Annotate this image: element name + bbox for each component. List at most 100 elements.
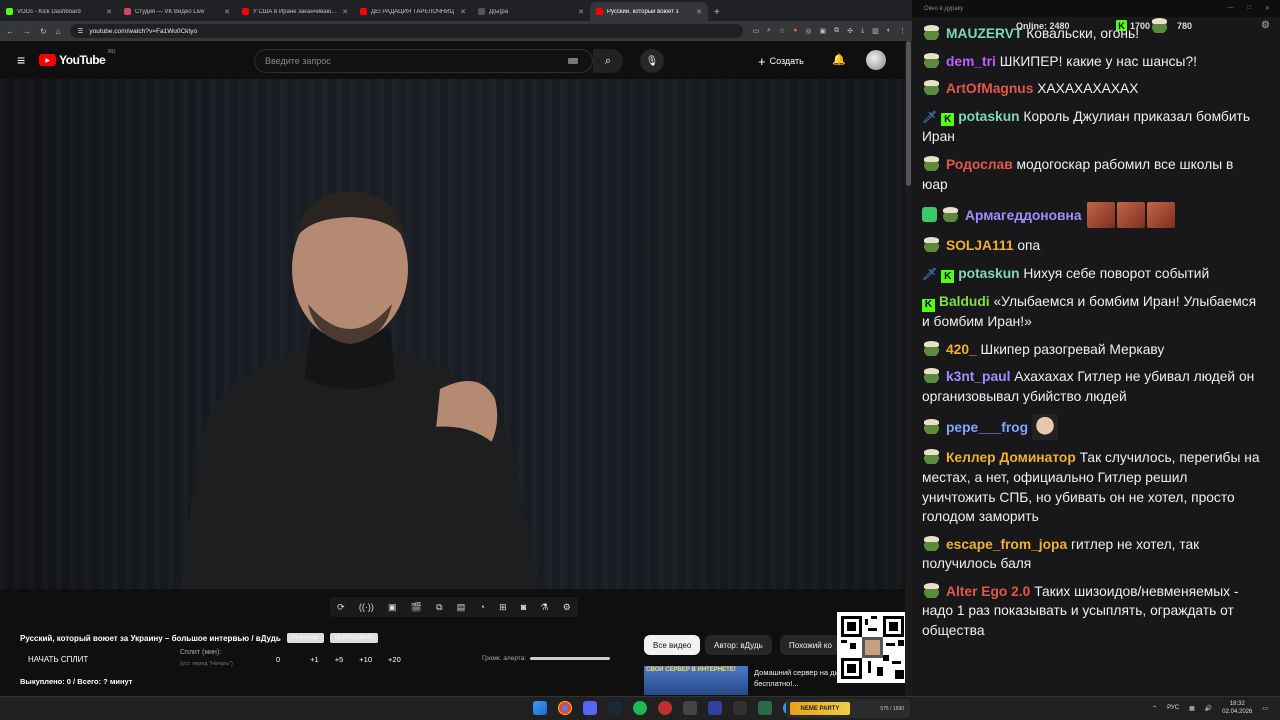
bookmark-star-icon[interactable]: ☆ xyxy=(779,27,785,35)
split-plus-5-button[interactable]: +5 xyxy=(335,655,344,664)
create-button[interactable]: + Создать xyxy=(758,49,804,73)
app-icon[interactable] xyxy=(658,701,672,715)
extension-icon[interactable]: ◎ xyxy=(805,27,811,35)
tab-close-icon[interactable]: ✕ xyxy=(224,8,230,16)
chat-username[interactable]: MAUZERVT xyxy=(946,26,1022,41)
chat-username[interactable]: Родослав xyxy=(946,157,1013,172)
language-indicator[interactable]: РУС xyxy=(1167,705,1179,711)
cast-icon[interactable]: ▭ xyxy=(752,27,759,35)
extension-icon[interactable]: ● xyxy=(793,27,797,35)
profile-icon[interactable]: ◐ xyxy=(887,27,891,35)
sidebar-icon[interactable]: ▥ xyxy=(872,27,879,35)
chat-username[interactable]: potaskun xyxy=(958,109,1019,124)
minimize-icon[interactable]: — xyxy=(1227,5,1233,12)
pip-icon[interactable]: ⧉ xyxy=(436,602,442,613)
forward-icon[interactable]: → xyxy=(23,27,31,36)
subtitles-icon[interactable]: ▤ xyxy=(457,602,466,613)
page-scrollbar[interactable] xyxy=(905,41,912,696)
screen-icon[interactable]: ▣ xyxy=(388,602,397,613)
tab-close-icon[interactable]: ✕ xyxy=(342,8,348,16)
alert-volume-slider[interactable] xyxy=(530,657,611,660)
camera-icon[interactable]: ◙ xyxy=(521,602,526,612)
app-icon[interactable] xyxy=(708,701,722,715)
speed-icon[interactable]: ◔ xyxy=(479,602,484,612)
split-plus-20-button[interactable]: +20 xyxy=(388,655,401,664)
voice-search-button[interactable]: 🎙 xyxy=(640,49,664,73)
audio-icon[interactable]: ((·)) xyxy=(359,602,374,612)
zoom-icon[interactable]: ⌕ xyxy=(767,27,771,35)
gear-icon[interactable]: ⚙ xyxy=(563,602,571,613)
volume-icon[interactable]: 🔊 xyxy=(1205,705,1212,712)
more-icon[interactable]: ⋮ xyxy=(899,27,906,35)
clapper-icon[interactable]: 🎬 xyxy=(411,602,422,613)
loop-icon[interactable]: ⟳ xyxy=(337,602,345,613)
maximize-icon[interactable]: □ xyxy=(1247,5,1251,12)
tab-close-icon[interactable]: ✕ xyxy=(460,8,466,16)
avatar[interactable] xyxy=(866,50,886,70)
url-field[interactable]: ☰ youtube.com/watch?v=Fa1Wu0Cktyo xyxy=(69,24,744,38)
site-info-icon[interactable]: ☰ xyxy=(78,27,84,35)
browser-tab[interactable]: VODs - Kick Dashboard ✕ xyxy=(0,2,118,21)
spotify-icon[interactable] xyxy=(633,701,647,715)
chat-username[interactable]: SOLJA111 xyxy=(946,238,1014,253)
filter-all-videos[interactable]: Все видео xyxy=(644,635,701,655)
extension-icon[interactable]: ⧉ xyxy=(834,27,839,35)
filter-similar[interactable]: Похожий ко xyxy=(780,635,840,655)
video-player[interactable] xyxy=(0,79,905,589)
notifications-bell-icon[interactable]: 🔔 xyxy=(832,53,846,66)
app-icon[interactable] xyxy=(758,701,772,715)
start-split-button[interactable]: НАЧАТЬ СПЛИТ xyxy=(28,655,88,664)
home-icon[interactable]: ⌂ xyxy=(56,27,61,36)
windows-start-icon[interactable] xyxy=(533,701,547,715)
browser-tab[interactable]: У США в Иране заканчиваются ✕ xyxy=(236,2,354,21)
chat-username[interactable]: escape_from_jopa xyxy=(946,537,1067,552)
chat-username[interactable]: dem_tri xyxy=(946,54,996,69)
tray-chevron-icon[interactable]: ⌃ xyxy=(1152,705,1157,712)
search-button[interactable]: ⌕ xyxy=(593,49,623,73)
chrome-icon[interactable] xyxy=(558,701,572,715)
chat-username[interactable]: pepe___frog xyxy=(946,420,1028,435)
discord-icon[interactable] xyxy=(583,701,597,715)
reload-icon[interactable]: ↻ xyxy=(40,27,47,36)
browser-tab[interactable]: Д(ы)ра ✕ xyxy=(472,2,590,21)
download-icon[interactable]: ⤓ xyxy=(861,27,864,35)
network-icon[interactable]: ▦ xyxy=(1189,705,1195,712)
clock[interactable]: 18:32 02.04.2026 xyxy=(1222,700,1252,716)
hamburger-menu-icon[interactable]: ≡ xyxy=(17,52,25,68)
browser-tab[interactable]: ДЕГРАДАЦИЯ ТАРЕЛОЧНИЦ ✕ xyxy=(354,2,472,21)
steam-icon[interactable] xyxy=(608,701,622,715)
queue-chip[interactable]: На очереди xyxy=(286,633,324,643)
notifications-icon[interactable]: ▭ xyxy=(1262,705,1268,712)
browser-tab[interactable]: Русский, который воюет з ✕ xyxy=(590,2,708,21)
tab-close-icon[interactable]: ✕ xyxy=(696,8,702,16)
chat-username[interactable]: Baldudi xyxy=(939,294,990,309)
filter-author[interactable]: Автор: вДудь xyxy=(705,635,772,655)
scrollbar-thumb[interactable] xyxy=(906,41,911,186)
taskbar-widget[interactable]: NEME PARTY 575 / 1590 xyxy=(786,699,910,718)
tab-close-icon[interactable]: ✕ xyxy=(106,8,112,16)
chat-username[interactable]: ArtOfMagnus xyxy=(946,81,1033,96)
youtube-logo[interactable]: ▶ YouTube RU xyxy=(39,49,115,67)
new-tab-icon[interactable]: + xyxy=(714,7,720,18)
search-input[interactable]: Введите запрос xyxy=(254,49,593,73)
extension-icon[interactable]: ▣ xyxy=(820,27,827,35)
chat-username[interactable]: Келлер Доминатор xyxy=(946,450,1076,465)
browser-tab[interactable]: Студия — VK Видео Live ✕ xyxy=(118,2,236,21)
app-icon[interactable] xyxy=(683,701,697,715)
chat-username[interactable]: Армагеддоновна xyxy=(965,208,1082,223)
add-icon[interactable]: ⊞ xyxy=(499,602,507,613)
close-icon[interactable]: ✕ xyxy=(1265,5,1270,12)
flask-icon[interactable]: ⚗ xyxy=(540,602,548,613)
puzzle-icon[interactable]: ✣ xyxy=(847,27,853,35)
skip-chip[interactable]: БЕЗПРЕДЗВАТЬ xyxy=(329,633,379,643)
split-plus-10-button[interactable]: +10 xyxy=(359,655,372,664)
chat-username[interactable]: k3nt_paul xyxy=(946,369,1010,384)
split-plus-1-button[interactable]: +1 xyxy=(310,655,319,664)
back-icon[interactable]: ← xyxy=(6,27,14,36)
keyboard-icon[interactable] xyxy=(568,58,578,64)
chat-username[interactable]: Alter Ego 2.0 xyxy=(946,584,1030,599)
chat-username[interactable]: 420_ xyxy=(946,342,977,357)
tab-close-icon[interactable]: ✕ xyxy=(578,8,584,16)
chat-username[interactable]: potaskun xyxy=(958,266,1019,281)
app-icon[interactable] xyxy=(733,701,747,715)
